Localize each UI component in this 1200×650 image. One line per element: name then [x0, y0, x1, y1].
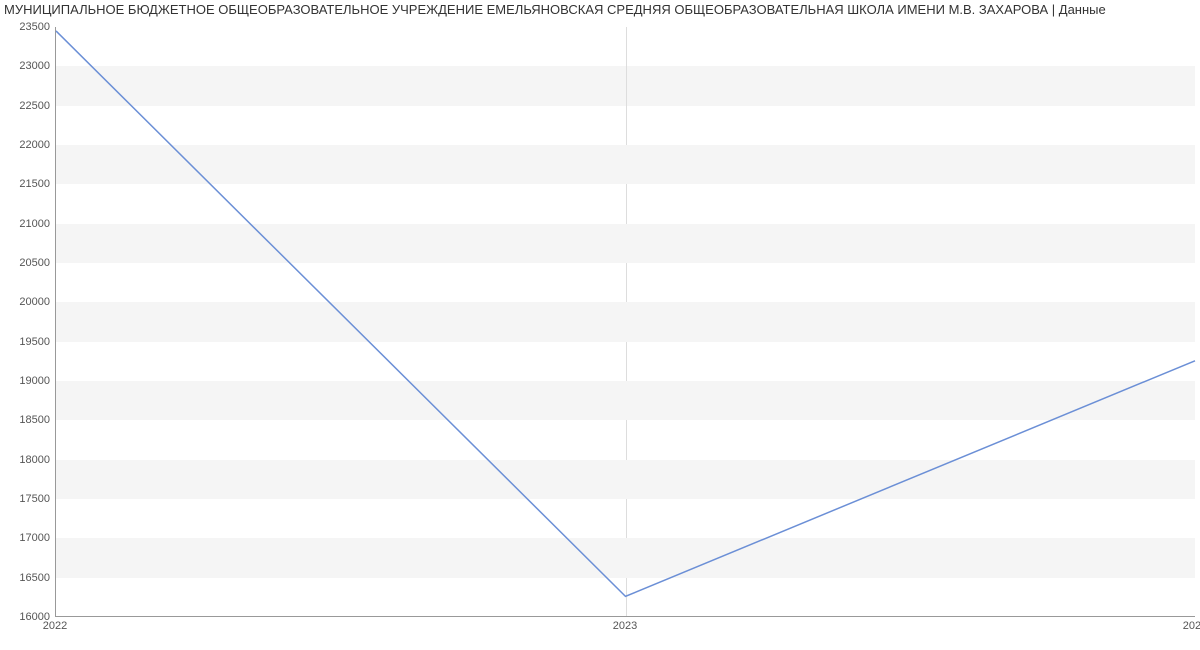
y-tick: 17000	[6, 532, 50, 544]
y-tick: 23500	[6, 21, 50, 33]
y-tick: 16500	[6, 572, 50, 584]
y-tick: 18500	[6, 414, 50, 426]
chart-title: МУНИЦИПАЛЬНОЕ БЮДЖЕТНОЕ ОБЩЕОБРАЗОВАТЕЛЬ…	[0, 0, 1200, 17]
y-tick: 19500	[6, 336, 50, 348]
x-tick: 2023	[613, 620, 637, 632]
y-tick: 22000	[6, 139, 50, 151]
y-tick: 20000	[6, 296, 50, 308]
y-tick: 23000	[6, 60, 50, 72]
line-series	[56, 27, 1195, 616]
y-tick: 18000	[6, 454, 50, 466]
y-tick: 21500	[6, 178, 50, 190]
y-tick: 22500	[6, 100, 50, 112]
y-tick: 19000	[6, 375, 50, 387]
y-tick: 21000	[6, 218, 50, 230]
x-tick: 2024	[1183, 620, 1200, 632]
y-tick: 17500	[6, 493, 50, 505]
chart-area: 1600016500170001750018000185001900019500…	[0, 17, 1200, 649]
plot-region	[55, 27, 1195, 617]
x-tick: 2022	[43, 620, 67, 632]
y-tick: 20500	[6, 257, 50, 269]
